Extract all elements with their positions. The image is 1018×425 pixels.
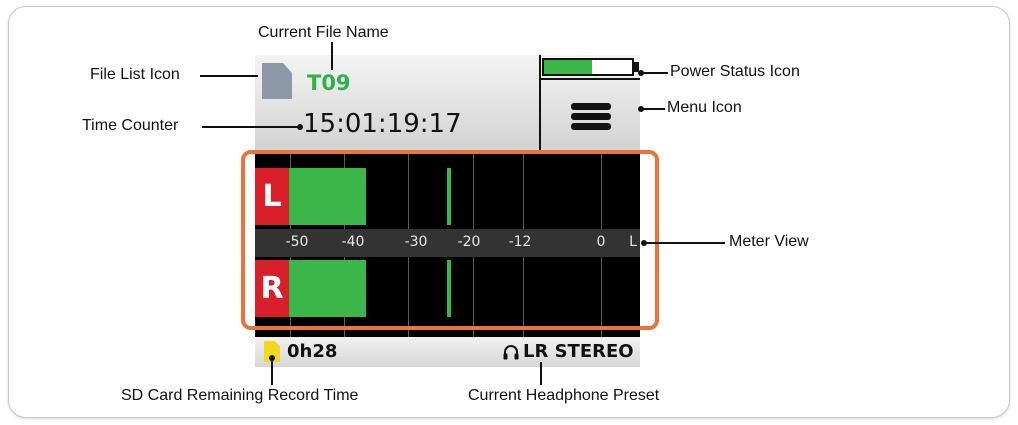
callout-sd-card-remaining: SD Card Remaining Record Time xyxy=(121,387,359,404)
leader-line xyxy=(271,358,273,385)
header-divider xyxy=(539,55,541,152)
leader-dot xyxy=(638,70,644,76)
callout-current-file-name: Current File Name xyxy=(258,24,389,41)
battery-level-fill xyxy=(544,60,593,74)
leader-dot xyxy=(638,106,644,112)
headphone-preset: LR STEREO xyxy=(523,341,634,362)
menu-icon[interactable] xyxy=(571,103,611,131)
leader-line xyxy=(200,75,258,77)
header-divider-horizontal xyxy=(539,78,640,80)
leader-line xyxy=(642,72,668,74)
callout-menu-icon: Menu Icon xyxy=(667,99,742,116)
leader-dot xyxy=(297,124,303,130)
callout-meter-view: Meter View xyxy=(729,233,809,250)
leader-line xyxy=(540,362,542,385)
sd-remaining-time: 0h28 xyxy=(287,341,338,362)
callout-file-list-icon: File List Icon xyxy=(90,66,180,83)
callout-power-status-icon: Power Status Icon xyxy=(670,63,800,80)
meter-view-highlight xyxy=(241,150,659,330)
leader-line xyxy=(202,126,300,128)
leader-line xyxy=(642,108,665,110)
file-list-icon[interactable] xyxy=(262,63,292,99)
leader-dot xyxy=(641,240,647,246)
leader-line xyxy=(331,42,333,70)
callout-time-counter: Time Counter xyxy=(82,117,179,134)
power-status-icon xyxy=(542,58,634,76)
current-file-name: T09 xyxy=(307,71,351,95)
headphone-icon xyxy=(503,345,519,360)
time-counter: 15:01:19:17 xyxy=(303,109,462,139)
leader-line xyxy=(645,242,725,244)
leader-dot xyxy=(269,355,275,361)
callout-current-headphone-preset: Current Headphone Preset xyxy=(468,387,660,404)
